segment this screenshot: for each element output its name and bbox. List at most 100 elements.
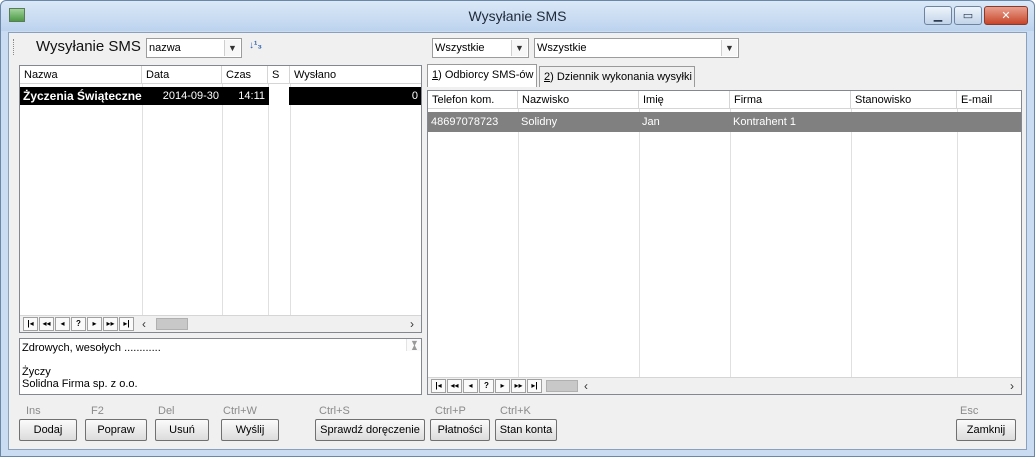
- column-header-status[interactable]: S: [268, 66, 290, 84]
- nav-last-button[interactable]: ▸|: [527, 379, 542, 393]
- horizontal-scroll-thumb[interactable]: [156, 318, 188, 330]
- hotkey-label: F2: [91, 405, 104, 417]
- chevron-down-icon[interactable]: ▼: [511, 40, 527, 56]
- grid-line: [142, 84, 143, 315]
- hotkey-label: Ctrl+W: [223, 405, 257, 417]
- column-header-sent[interactable]: Wysłano: [290, 66, 421, 84]
- column-header-phone[interactable]: Telefon kom.: [428, 91, 518, 109]
- grid-line: [639, 109, 640, 377]
- column-header-email[interactable]: E-mail: [957, 91, 1021, 109]
- search-field-value: nazwa: [149, 42, 181, 54]
- chevron-down-icon[interactable]: ▼: [721, 40, 737, 56]
- nav-prev-button[interactable]: ◂: [55, 317, 70, 331]
- table-row[interactable]: Życzenia Świąteczne 2014-09-30 14:11 0: [20, 87, 421, 105]
- nav-prev-page-button[interactable]: ◂◂: [447, 379, 462, 393]
- column-header-position[interactable]: Stanowisko: [851, 91, 957, 109]
- close-window-button[interactable]: ✕: [984, 6, 1028, 25]
- window-title: Wysyłanie SMS: [468, 8, 567, 24]
- cell-sent: 0: [411, 90, 418, 102]
- nav-search-button[interactable]: ?: [479, 379, 494, 393]
- toolbar: Wysyłanie SMS nazwa ▼ ↓¹₃ Wszystkie ▼ Ws…: [9, 33, 1026, 61]
- nav-next-page-button[interactable]: ▸▸: [103, 317, 118, 331]
- vertical-scrollbar[interactable]: ▲ ▼: [406, 337, 421, 352]
- scroll-left-icon[interactable]: ‹: [584, 378, 588, 394]
- chevron-down-icon[interactable]: ▼: [224, 40, 240, 56]
- add-button[interactable]: Dodaj: [19, 419, 77, 441]
- nav-prev-button[interactable]: ◂: [463, 379, 478, 393]
- grid-line: [957, 109, 958, 377]
- nav-search-button[interactable]: ?: [71, 317, 86, 331]
- balance-button[interactable]: Stan konta: [495, 419, 557, 441]
- cell-position: [851, 112, 957, 130]
- grid-line: [290, 84, 291, 315]
- message-line: Życzy: [22, 366, 51, 378]
- window-controls: ▁ ▭ ✕: [924, 6, 1028, 25]
- column-header-surname[interactable]: Nazwisko: [518, 91, 639, 109]
- recipients-navigator: |◂ ◂◂ ◂ ? ▸ ▸▸ ▸| ‹ ›: [428, 377, 1021, 394]
- payments-button[interactable]: Płatności: [430, 419, 490, 441]
- maximize-button[interactable]: ▭: [954, 6, 982, 25]
- tab-log[interactable]: 2) Dziennik wykonania wysyłki: [539, 66, 695, 87]
- toolbar-title: Wysyłanie SMS: [36, 38, 141, 55]
- scroll-right-icon[interactable]: ›: [410, 316, 414, 332]
- column-header-name[interactable]: Nazwa: [20, 66, 142, 84]
- column-header-firstname[interactable]: Imię: [639, 91, 730, 109]
- scroll-left-icon[interactable]: ‹: [142, 316, 146, 332]
- message-line: [22, 354, 419, 366]
- messages-grid-header: Nazwa Data Czas S Wysłano: [20, 66, 421, 84]
- hotkey-label: Ctrl+S: [319, 405, 350, 417]
- grid-line: [851, 109, 852, 377]
- close-icon: ✕: [1001, 10, 1011, 22]
- filter1-select[interactable]: Wszystkie ▼: [432, 38, 529, 58]
- main-window: Wysyłanie SMS ▁ ▭ ✕ Wysyłanie SMS nazwa …: [0, 0, 1035, 457]
- maximize-icon: ▭: [962, 10, 974, 22]
- column-header-time[interactable]: Czas: [222, 66, 268, 84]
- minimize-button[interactable]: ▁: [924, 6, 952, 25]
- send-button[interactable]: Wyślij: [221, 419, 279, 441]
- nav-next-button[interactable]: ▸: [87, 317, 102, 331]
- cell-email: [957, 112, 1021, 130]
- message-text[interactable]: Zdrowych, wesołych ............ Życzy So…: [19, 338, 422, 395]
- nav-last-button[interactable]: ▸|: [119, 317, 134, 331]
- cell-name: Życzenia Świąteczne: [23, 89, 142, 103]
- filter1-value: Wszystkie: [435, 42, 485, 54]
- tab-recipients[interactable]: 1) Odbiorcy SMS-ów: [427, 64, 537, 87]
- hotkey-label: Del: [158, 405, 175, 417]
- cell-status: [269, 87, 289, 105]
- close-button[interactable]: Zamknij: [956, 419, 1016, 441]
- message-line: Solidna Firma sp. z o.o.: [22, 378, 138, 390]
- hotkey-label: Esc: [960, 405, 979, 417]
- scroll-down-icon[interactable]: ▼: [410, 337, 419, 349]
- nav-first-button[interactable]: |◂: [431, 379, 446, 393]
- column-header-date[interactable]: Data: [142, 66, 222, 84]
- hotkey-label: Ctrl+P: [435, 405, 466, 417]
- grid-line: [730, 109, 731, 377]
- nav-prev-page-button[interactable]: ◂◂: [39, 317, 54, 331]
- edit-button[interactable]: Popraw: [85, 419, 147, 441]
- filter2-select[interactable]: Wszystkie ▼: [534, 38, 739, 58]
- sort-icon[interactable]: ↓¹₃: [249, 40, 262, 51]
- check-delivery-button[interactable]: Sprawdź doręczenie: [315, 419, 425, 441]
- table-row[interactable]: 48697078723 Solidny Jan Kontrahent 1: [428, 112, 1021, 132]
- nav-next-page-button[interactable]: ▸▸: [511, 379, 526, 393]
- column-header-company[interactable]: Firma: [730, 91, 851, 109]
- title-bar[interactable]: Wysyłanie SMS ▁ ▭ ✕: [1, 1, 1034, 31]
- minimize-icon: ▁: [933, 10, 943, 22]
- scroll-right-icon[interactable]: ›: [1010, 378, 1014, 394]
- cell-date: 2014-09-30: [162, 90, 219, 102]
- cell-phone: 48697078723: [431, 116, 499, 128]
- search-field-select[interactable]: nazwa ▼: [146, 38, 242, 58]
- nav-next-button[interactable]: ▸: [495, 379, 510, 393]
- delete-button[interactable]: Usuń: [155, 419, 209, 441]
- messages-grid[interactable]: Nazwa Data Czas S Wysłano Życzenia Świąt…: [19, 65, 422, 333]
- cell-time: 14:11: [238, 90, 265, 102]
- filter2-value: Wszystkie: [537, 42, 587, 54]
- tab-label: ) Dziennik wykonania wysyłki: [550, 71, 692, 83]
- horizontal-scroll-thumb[interactable]: [546, 380, 578, 392]
- nav-first-button[interactable]: |◂: [23, 317, 38, 331]
- cell-surname: Solidny: [521, 116, 558, 128]
- grid-line: [518, 109, 519, 377]
- message-line: Zdrowych, wesołych ............: [22, 342, 161, 354]
- toolbar-grip[interactable]: [13, 39, 16, 55]
- recipients-grid[interactable]: Telefon kom. Nazwisko Imię Firma Stanowi…: [427, 90, 1022, 395]
